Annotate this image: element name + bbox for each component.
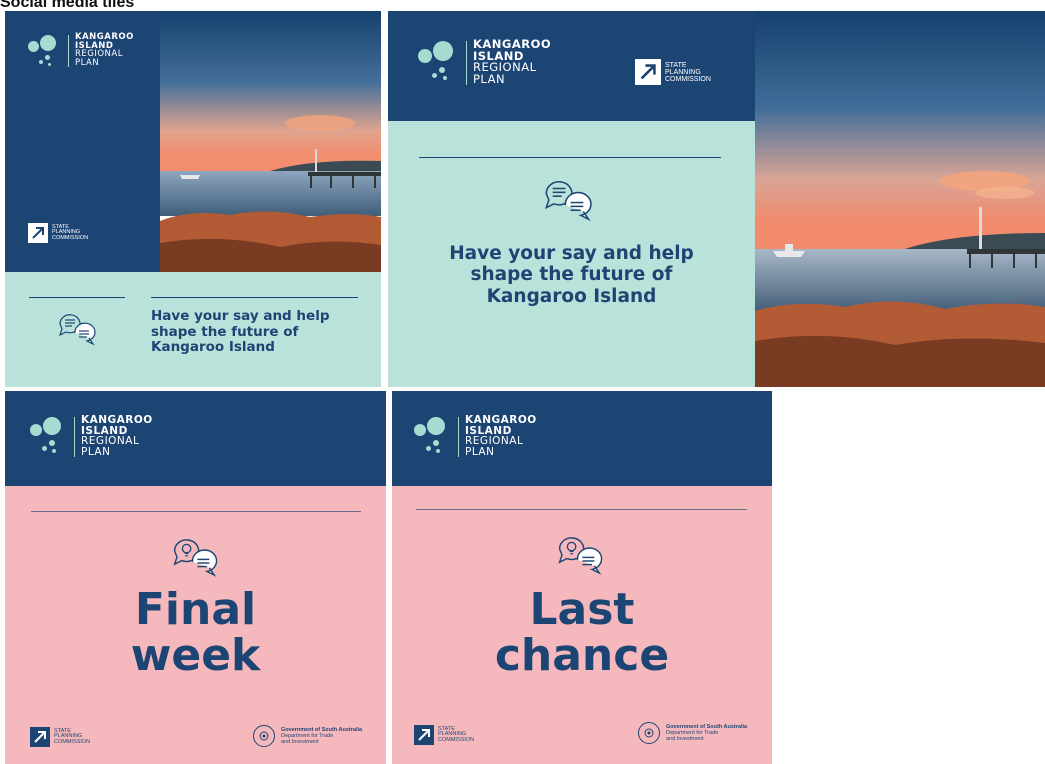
tagline-line-3: Kangaroo Island	[486, 285, 657, 307]
tile-2-logo: KANGAROO ISLAND REGIONAL PLAN	[418, 38, 551, 86]
tile-4: KANGAROO ISLAND REGIONAL PLAN Last chanc…	[392, 391, 772, 764]
tile-3-logo: KANGAROO ISLAND REGIONAL PLAN	[30, 415, 153, 457]
idea-bubbles-icon	[556, 533, 604, 581]
chat-bubbles-icon	[57, 311, 97, 351]
logo-line-1: KANGAROO	[465, 414, 537, 426]
tile-3-gov-logo: Government of South Australia Department…	[253, 725, 362, 747]
logo-line-4: PLAN	[473, 71, 506, 86]
headline-line-1: Last	[529, 584, 635, 635]
headline-line-2: chance	[494, 630, 670, 682]
tile-2-tagline: Have your say and help shape the future …	[388, 243, 755, 307]
tile-4-headline: Last chance	[392, 584, 772, 682]
spc-line-1: STATE	[665, 61, 687, 69]
crest-icon	[253, 725, 275, 747]
tagline-line-1: Have your say and help	[449, 243, 694, 264]
spc-line-3: COMMISSION	[665, 75, 711, 83]
tile-3-headline: Final week	[5, 584, 386, 682]
spc-line-3: COMMISSION	[438, 736, 475, 743]
gov-line-3: and Investment	[281, 739, 319, 746]
spc-line-3: COMMISSION	[52, 234, 89, 241]
chat-bubbles-icon	[542, 177, 594, 227]
tagline-line-1: Have your say and help	[151, 308, 330, 324]
tile-1-rule-left	[29, 297, 125, 298]
tile-1-rule-right	[151, 297, 358, 298]
logo-line-1: KANGAROO	[81, 414, 153, 426]
tile-1-logo: KANGAROO ISLAND REGIONAL PLAN	[28, 33, 134, 67]
headline-line-2: week	[130, 630, 261, 682]
spc-arrow-icon	[28, 223, 48, 243]
tagline-line-2: shape the future of	[470, 264, 673, 286]
logo-dots-icon	[418, 39, 460, 81]
crest-icon	[638, 722, 660, 744]
logo-line-3: REGIONAL	[465, 435, 524, 447]
gov-line-3: and Investment	[666, 736, 704, 743]
tile-1-tagline: Have your say and help shape the future …	[151, 308, 330, 356]
spc-arrow-icon	[414, 725, 434, 745]
logo-dots-icon	[414, 415, 452, 453]
logo-line-4: PLAN	[81, 445, 111, 458]
tagline-line-3: Kangaroo Island	[151, 339, 275, 356]
spc-arrow-icon	[30, 727, 50, 747]
tile-1-photo	[160, 11, 381, 272]
tile-4-rule	[416, 509, 747, 510]
tile-3-rule	[31, 511, 361, 512]
tile-3-spc-logo: STATE PLANNING COMMISSION	[30, 727, 90, 747]
tagline-line-2: shape the future of	[151, 323, 299, 340]
tile-4-spc-logo: STATE PLANNING COMMISSION	[414, 725, 474, 745]
spc-line-3: COMMISSION	[54, 738, 91, 745]
tile-2-photo	[755, 11, 1045, 387]
tile-2-spc-logo: STATE PLANNING COMMISSION	[635, 59, 711, 85]
tile-2: KANGAROO ISLAND REGIONAL PLAN STATE PLAN…	[388, 11, 1045, 387]
gov-line-1: Government of South Australia	[666, 723, 748, 730]
logo-line-4: PLAN	[75, 57, 100, 68]
logo-line-3: REGIONAL	[81, 435, 140, 447]
logo-dots-icon	[30, 415, 68, 453]
logo-line-4: PLAN	[465, 445, 495, 458]
tile-2-rule	[419, 157, 721, 158]
tile-1: KANGAROO ISLAND REGIONAL PLAN STATE PLAN…	[5, 11, 381, 387]
gov-line-1: Government of South Australia	[281, 726, 363, 733]
tile-4-logo: KANGAROO ISLAND REGIONAL PLAN	[414, 415, 537, 457]
tile-3: KANGAROO ISLAND REGIONAL PLAN Final week…	[5, 391, 386, 764]
spc-arrow-icon	[635, 59, 661, 85]
spc-line-2: PLANNING	[665, 68, 701, 76]
idea-bubbles-icon	[171, 535, 219, 583]
headline-line-1: Final	[134, 584, 257, 635]
tile-1-spc-logo: STATE PLANNING COMMISSION	[28, 223, 88, 243]
logo-dots-icon	[28, 33, 62, 67]
tile-4-gov-logo: Government of South Australia Department…	[638, 722, 747, 744]
